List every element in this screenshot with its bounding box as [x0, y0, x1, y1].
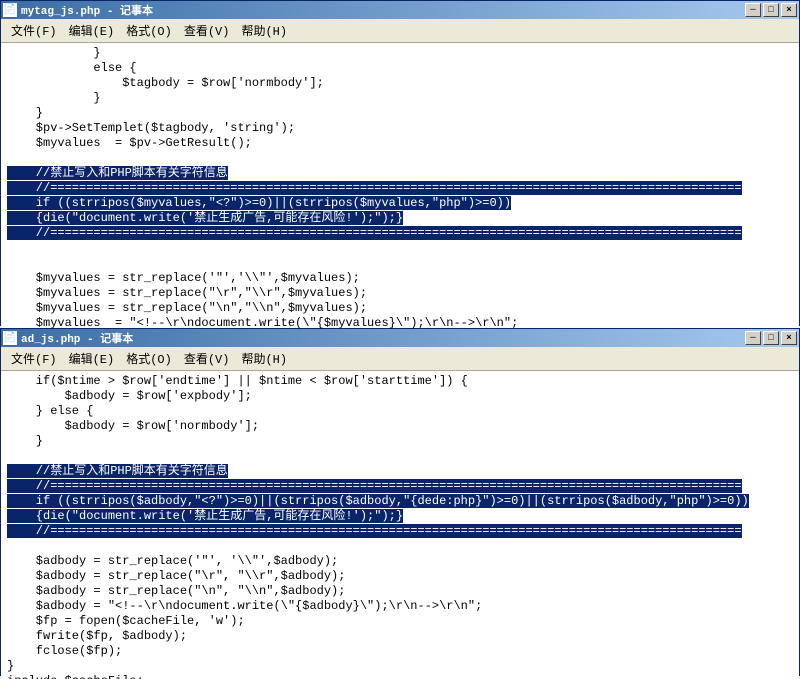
- menu-view[interactable]: 查看(V): [178, 349, 236, 368]
- code-line: $adbody = $row['normbody'];: [7, 419, 259, 433]
- code-line: $myvalues = str_replace("\r","\\r",$myva…: [7, 286, 367, 300]
- window-title-1: mytag_js.php - 记事本: [21, 2, 745, 18]
- notepad-icon: 📄: [3, 3, 17, 17]
- menubar-1: 文件(F) 编辑(E) 格式(O) 查看(V) 帮助(H): [1, 19, 799, 43]
- notepad-window-2: 📄 ad_js.php - 记事本 ─ □ × 文件(F) 编辑(E) 格式(O…: [0, 328, 800, 676]
- selected-code-line: if ((strripos($adbody,"<?")>=0)||(strrip…: [7, 494, 749, 508]
- code-line: $myvalues = str_replace("\n","\\n",$myva…: [7, 301, 367, 315]
- notepad-window-1: 📄 mytag_js.php - 记事本 ─ □ × 文件(F) 编辑(E) 格…: [0, 0, 800, 326]
- selected-code-line: {die("document.write('禁止生成广告,可能存在风险!');"…: [7, 211, 403, 225]
- selected-code-line: //======================================…: [7, 479, 742, 493]
- titlebar-2[interactable]: 📄 ad_js.php - 记事本 ─ □ ×: [1, 329, 799, 347]
- code-line: $adbody = str_replace("\n", "\\n",$adbod…: [7, 584, 345, 598]
- selected-code-line: //======================================…: [7, 181, 742, 195]
- titlebar-1[interactable]: 📄 mytag_js.php - 记事本 ─ □ ×: [1, 1, 799, 19]
- menu-format[interactable]: 格式(O): [120, 349, 178, 368]
- code-line: if($ntime > $row['endtime'] || $ntime < …: [7, 374, 468, 388]
- code-line: }: [7, 91, 101, 105]
- menu-help[interactable]: 帮助(H): [235, 21, 293, 40]
- menubar-2: 文件(F) 编辑(E) 格式(O) 查看(V) 帮助(H): [1, 347, 799, 371]
- code-line: $adbody = str_replace('"', '\\"',$adbody…: [7, 554, 338, 568]
- code-line: } else {: [7, 404, 93, 418]
- code-line: }: [7, 46, 101, 60]
- code-line: else {: [7, 61, 137, 75]
- code-line: $fp = fopen($cacheFile, 'w');: [7, 614, 245, 628]
- code-line: fclose($fp);: [7, 644, 122, 658]
- code-line: }: [7, 106, 43, 120]
- maximize-button[interactable]: □: [763, 3, 779, 17]
- close-button[interactable]: ×: [781, 3, 797, 17]
- code-line: $myvalues = str_replace('"','\\"',$myval…: [7, 271, 360, 285]
- code-line: }: [7, 659, 14, 673]
- selected-code-line: //======================================…: [7, 226, 742, 240]
- window-controls-2: ─ □ ×: [745, 331, 797, 345]
- menu-format[interactable]: 格式(O): [120, 21, 178, 40]
- code-line: $adbody = $row['expbody'];: [7, 389, 252, 403]
- code-line: $pv->SetTemplet($tagbody, 'string');: [7, 121, 295, 135]
- minimize-button[interactable]: ─: [745, 3, 761, 17]
- selected-code-line: if ((strripos($myvalues,"<?")>=0)||(strr…: [7, 196, 511, 210]
- code-editor-1[interactable]: } else { $tagbody = $row['normbody']; } …: [1, 43, 799, 329]
- code-line: fwrite($fp, $adbody);: [7, 629, 187, 643]
- code-line: $tagbody = $row['normbody'];: [7, 76, 324, 90]
- selected-code-line: {die("document.write('禁止生成广告,可能存在风险!');"…: [7, 509, 403, 523]
- code-line: $myvalues = "<!--\r\ndocument.write(\"{$…: [7, 316, 518, 329]
- menu-file[interactable]: 文件(F): [5, 349, 63, 368]
- selected-code-line: //======================================…: [7, 524, 742, 538]
- menu-view[interactable]: 查看(V): [178, 21, 236, 40]
- close-button[interactable]: ×: [781, 331, 797, 345]
- maximize-button[interactable]: □: [763, 331, 779, 345]
- code-line: $adbody = "<!--\r\ndocument.write(\"{$ad…: [7, 599, 482, 613]
- menu-edit[interactable]: 编辑(E): [63, 349, 121, 368]
- menu-file[interactable]: 文件(F): [5, 21, 63, 40]
- code-line: $myvalues = $pv->GetResult();: [7, 136, 252, 150]
- selected-code-line: //禁止写入和PHP脚本有关字符信息: [7, 464, 228, 478]
- window-title-2: ad_js.php - 记事本: [21, 330, 745, 346]
- code-line: $adbody = str_replace("\r", "\\r",$adbod…: [7, 569, 345, 583]
- code-line: }: [7, 434, 43, 448]
- window-controls-1: ─ □ ×: [745, 3, 797, 17]
- menu-edit[interactable]: 编辑(E): [63, 21, 121, 40]
- minimize-button[interactable]: ─: [745, 331, 761, 345]
- menu-help[interactable]: 帮助(H): [235, 349, 293, 368]
- notepad-icon: 📄: [3, 331, 17, 345]
- selected-code-line: //禁止写入和PHP脚本有关字符信息: [7, 166, 228, 180]
- code-editor-2[interactable]: if($ntime > $row['endtime'] || $ntime < …: [1, 371, 799, 679]
